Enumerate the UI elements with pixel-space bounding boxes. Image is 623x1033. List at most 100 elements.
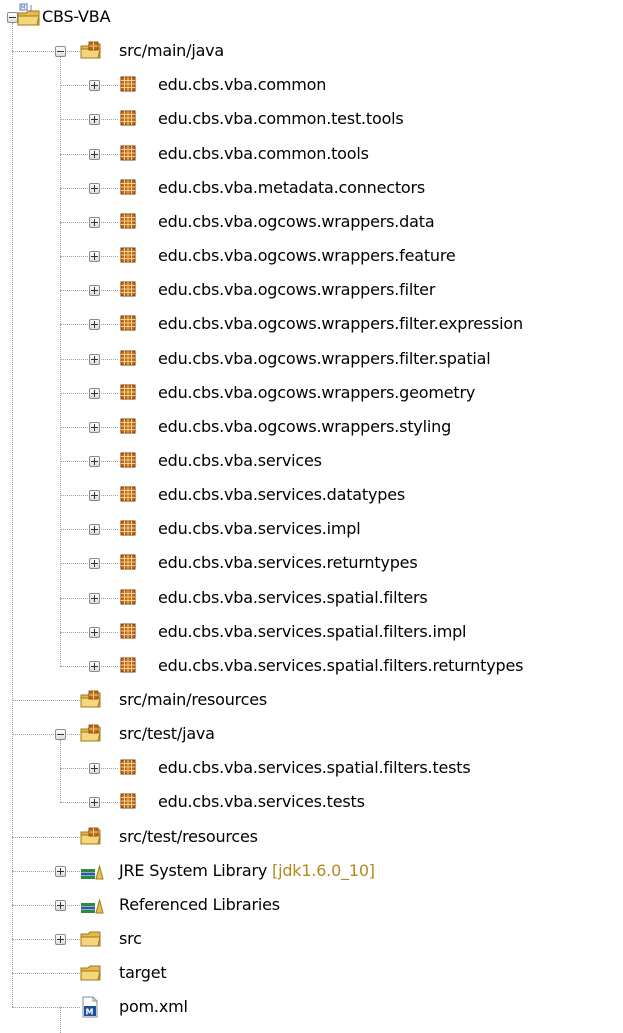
tree-row[interactable]: Mpom.xml xyxy=(0,993,623,1027)
tree-row[interactable]: src/test/java xyxy=(0,720,623,754)
tree-row[interactable]: src/main/java xyxy=(0,37,623,71)
package-icon xyxy=(118,450,140,472)
tree-row[interactable]: edu.cbs.vba.ogcows.wrappers.geometry xyxy=(0,379,623,413)
tree-row[interactable]: edu.cbs.vba.ogcows.wrappers.feature xyxy=(0,242,623,276)
package-icon xyxy=(118,348,140,370)
tree-row[interactable]: JRE System Library [jdk1.6.0_10] xyxy=(0,857,623,891)
expand-icon[interactable] xyxy=(89,558,100,570)
tree-item-label: edu.cbs.vba.services.spatial.filters.tes… xyxy=(158,757,471,779)
svg-text:M: M xyxy=(86,1008,94,1017)
tree-item-label: src/main/java xyxy=(119,40,224,62)
tree-connector xyxy=(12,904,80,906)
tree-row[interactable]: edu.cbs.vba.ogcows.wrappers.filter.spati… xyxy=(0,345,623,379)
package-icon xyxy=(118,245,140,267)
tree-row[interactable]: edu.cbs.vba.services.returntypes xyxy=(0,549,623,583)
tree-item-name: edu.cbs.vba.services.impl xyxy=(158,519,361,539)
expand-icon[interactable] xyxy=(89,148,100,160)
expand-icon[interactable] xyxy=(55,899,66,911)
tree-row[interactable]: edu.cbs.vba.services.spatial.filters.tes… xyxy=(0,754,623,788)
package-icon xyxy=(118,382,140,404)
tree-row[interactable]: target xyxy=(0,959,623,993)
tree-item-label: edu.cbs.vba.ogcows.wrappers.filter.expre… xyxy=(158,313,523,335)
expand-icon[interactable] xyxy=(89,626,100,638)
tree-row[interactable]: edu.cbs.vba.metadata.connectors xyxy=(0,174,623,208)
expand-icon[interactable] xyxy=(89,524,100,536)
tree-item-label: src/main/resources xyxy=(119,689,267,711)
expand-icon[interactable] xyxy=(55,865,66,877)
tree-row[interactable]: edu.cbs.vba.services.tests xyxy=(0,788,623,822)
expand-icon[interactable] xyxy=(89,114,100,126)
expand-icon[interactable] xyxy=(89,660,100,672)
project-icon: MJ xyxy=(16,3,40,26)
tree-row[interactable]: edu.cbs.vba.ogcows.wrappers.data xyxy=(0,208,623,242)
tree-row[interactable]: edu.cbs.vba.services.spatial.filters.ret… xyxy=(0,652,623,686)
tree-row[interactable]: edu.cbs.vba.services.spatial.filters xyxy=(0,584,623,618)
tree-item-name: edu.cbs.vba.services.spatial.filters.imp… xyxy=(158,621,467,641)
tree-item-name: src xyxy=(119,929,142,949)
collapse-icon[interactable] xyxy=(55,46,66,58)
tree-item-name: edu.cbs.vba.ogcows.wrappers.filter.spati… xyxy=(158,348,491,368)
tree-item-label: edu.cbs.vba.ogcows.wrappers.filter xyxy=(158,279,435,301)
tree-item-name: edu.cbs.vba.services.spatial.filters.ret… xyxy=(158,655,524,675)
tree-item-name: edu.cbs.vba.services.datatypes xyxy=(158,485,405,505)
tree-row[interactable]: src/main/resources xyxy=(0,686,623,720)
tree-connector xyxy=(12,1007,80,1009)
package-icon xyxy=(118,143,140,165)
tree-row[interactable]: edu.cbs.vba.ogcows.wrappers.filter xyxy=(0,276,623,310)
expand-icon[interactable] xyxy=(89,387,100,399)
expand-icon[interactable] xyxy=(89,763,100,775)
expand-icon[interactable] xyxy=(89,216,100,228)
tree-item-label: src xyxy=(119,928,142,950)
folder-icon xyxy=(80,962,102,984)
tree-item-label: edu.cbs.vba.services.spatial.filters.ret… xyxy=(158,655,523,677)
tree-row[interactable]: edu.cbs.vba.services.impl xyxy=(0,515,623,549)
tree-item-label: edu.cbs.vba.ogcows.wrappers.feature xyxy=(158,245,456,267)
tree-item-label: src/test/resources xyxy=(119,826,258,848)
expand-icon[interactable] xyxy=(89,592,100,604)
tree-row[interactable]: edu.cbs.vba.common xyxy=(0,71,623,105)
tree-row[interactable]: M J CBS-VBA xyxy=(0,3,623,37)
tree-item-name: edu.cbs.vba.ogcows.wrappers.filter xyxy=(158,280,436,300)
expand-icon[interactable] xyxy=(55,934,66,946)
expand-icon[interactable] xyxy=(89,797,100,809)
tree-row[interactable]: edu.cbs.vba.services.spatial.filters.imp… xyxy=(0,618,623,652)
tree-connector xyxy=(12,836,80,838)
tree-item-label: edu.cbs.vba.ogcows.wrappers.filter.spati… xyxy=(158,348,491,370)
package-explorer-tree: M J CBS-VBA src/main/java edu.cbs.vba.common… xyxy=(0,0,623,1033)
tree-row[interactable]: edu.cbs.vba.ogcows.wrappers.filter.expre… xyxy=(0,310,623,344)
expand-icon[interactable] xyxy=(89,421,100,433)
package-icon xyxy=(118,74,140,96)
tree-item-name: JRE System Library xyxy=(119,860,268,880)
source-folder-icon xyxy=(80,826,102,848)
expand-icon[interactable] xyxy=(89,353,100,365)
svg-text:J: J xyxy=(29,4,32,12)
package-icon xyxy=(118,518,140,540)
collapse-icon[interactable] xyxy=(55,729,66,741)
tree-row[interactable]: edu.cbs.vba.common.test.tools xyxy=(0,105,623,139)
tree-row[interactable]: Referenced Libraries xyxy=(0,891,623,925)
tree-item-name: src/test/java xyxy=(119,724,215,744)
tree-row[interactable]: edu.cbs.vba.services xyxy=(0,447,623,481)
tree-row[interactable]: src/test/resources xyxy=(0,823,623,857)
expand-icon[interactable] xyxy=(89,182,100,194)
tree-item-name: edu.cbs.vba.common.test.tools xyxy=(158,109,404,129)
expand-icon[interactable] xyxy=(89,80,100,92)
expand-icon[interactable] xyxy=(89,455,100,467)
tree-item-label: edu.cbs.vba.common.test.tools xyxy=(158,108,404,130)
package-icon xyxy=(118,108,140,130)
tree-item-label: edu.cbs.vba.metadata.connectors xyxy=(158,177,425,199)
expand-icon[interactable] xyxy=(89,319,100,331)
tree-item-label: JRE System Library [jdk1.6.0_10] xyxy=(119,860,375,882)
tree-row[interactable]: edu.cbs.vba.services.datatypes xyxy=(0,481,623,515)
expand-icon[interactable] xyxy=(89,490,100,502)
library-icon xyxy=(80,860,104,882)
tree-row[interactable]: edu.cbs.vba.common.tools xyxy=(0,140,623,174)
tree-item-name: edu.cbs.vba.common xyxy=(158,75,327,95)
expand-icon[interactable] xyxy=(89,251,100,263)
tree-item-name: edu.cbs.vba.metadata.connectors xyxy=(158,177,426,197)
expand-icon[interactable] xyxy=(89,285,100,297)
source-folder-icon xyxy=(80,40,102,62)
tree-row[interactable]: src xyxy=(0,925,623,959)
tree-item-name: edu.cbs.vba.services.spatial.filters.tes… xyxy=(158,758,471,778)
tree-row[interactable]: edu.cbs.vba.ogcows.wrappers.styling xyxy=(0,413,623,447)
